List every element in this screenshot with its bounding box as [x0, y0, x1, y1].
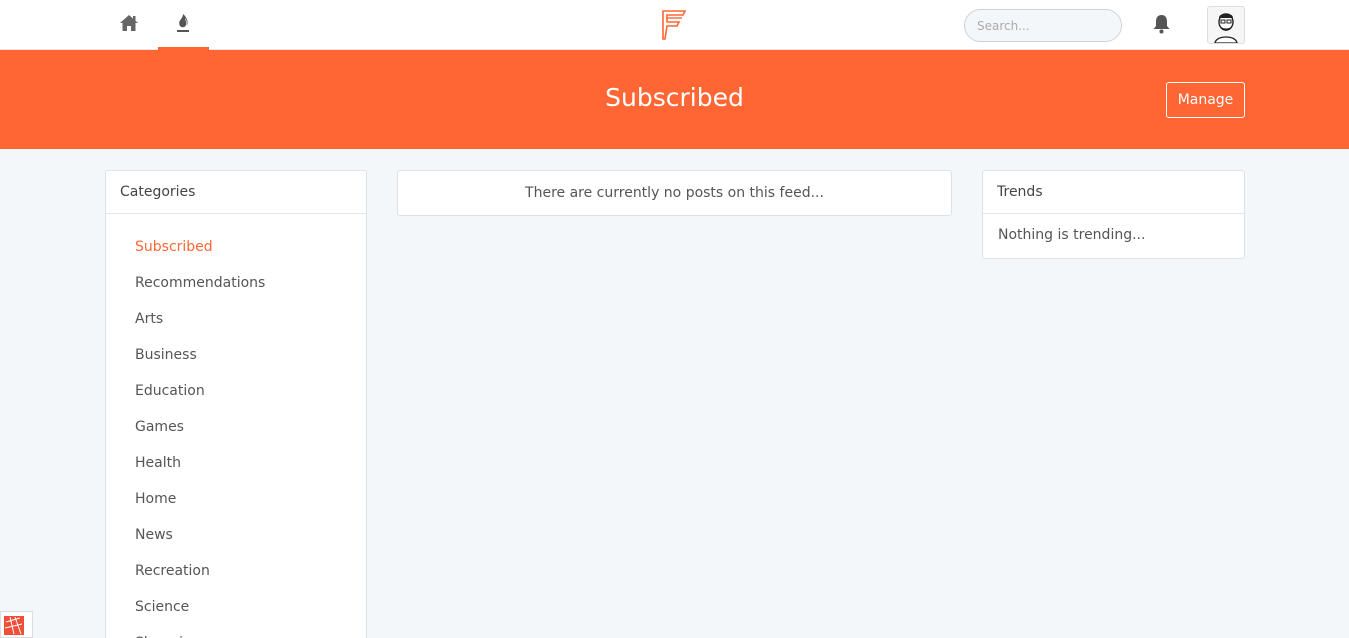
page-title: Subscribed [605, 83, 744, 112]
category-item[interactable]: Games [106, 416, 366, 452]
manage-button[interactable]: Manage [1166, 82, 1245, 118]
trends-panel: Trends Nothing is trending... [982, 170, 1245, 259]
trends-empty-message: Nothing is trending... [998, 227, 1146, 243]
categories-header: Categories [106, 171, 366, 214]
trends-header: Trends [983, 171, 1244, 214]
bell-icon[interactable] [1151, 13, 1172, 35]
debug-toolbar-icon[interactable] [0, 611, 33, 638]
categories-panel: Categories Subscribed Recommendations Arts… [105, 170, 367, 638]
search-input[interactable] [964, 9, 1122, 42]
f-logo-icon[interactable] [660, 9, 688, 41]
user-avatar-icon[interactable] [1207, 6, 1245, 44]
categories-list: Subscribed Recommendations Arts Business Edu… [106, 214, 366, 638]
category-item[interactable]: Health [106, 452, 366, 488]
home-icon[interactable] [118, 12, 140, 34]
flame-icon [173, 12, 193, 34]
feed-panel: There are currently no posts on this fee… [397, 170, 952, 216]
category-item[interactable]: Shopping [106, 632, 366, 638]
trending-tab[interactable] [158, 0, 209, 50]
category-item[interactable]: Recreation [106, 560, 366, 596]
feed-empty-message: There are currently no posts on this fee… [525, 185, 824, 201]
page-banner: Subscribed Manage [0, 50, 1349, 149]
category-item[interactable]: Arts [106, 308, 366, 344]
category-item[interactable]: Science [106, 596, 366, 632]
category-item[interactable]: Business [106, 344, 366, 380]
category-item[interactable]: Education [106, 380, 366, 416]
category-item[interactable]: Subscribed [106, 236, 366, 272]
category-item[interactable]: Home [106, 488, 366, 524]
category-item[interactable]: News [106, 524, 366, 560]
category-item[interactable]: Recommendations [106, 272, 366, 308]
top-navbar [0, 0, 1349, 50]
